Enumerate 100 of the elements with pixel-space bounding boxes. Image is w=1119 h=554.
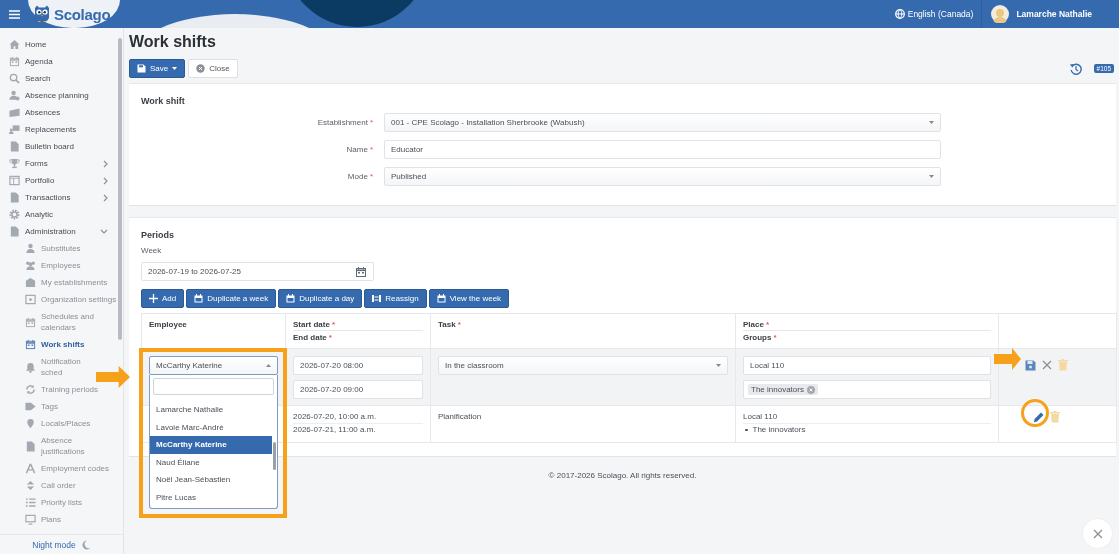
document-icon <box>9 192 20 203</box>
bell-icon <box>25 361 36 373</box>
save-icon[interactable] <box>1025 359 1036 371</box>
toolbar-button[interactable]: Reassign <box>364 289 427 308</box>
task-text: Planification <box>438 411 483 423</box>
sidebar-item[interactable]: Absence planning <box>0 87 89 104</box>
calendar-icon <box>286 294 296 303</box>
scrollbar[interactable] <box>273 442 276 470</box>
pencil-icon[interactable] <box>1033 411 1044 423</box>
close-button[interactable] <box>1083 519 1112 548</box>
sidebar-item[interactable]: Portfolio <box>0 172 118 189</box>
trash-icon[interactable] <box>1058 359 1068 371</box>
save-button[interactable]: Save <box>129 59 186 78</box>
sidebar-item[interactable]: Administration <box>0 223 118 240</box>
user-menu[interactable]: Lamarche Nathalie <box>982 5 1119 23</box>
required-mark: * <box>765 319 770 330</box>
trophy-icon <box>9 158 20 169</box>
calendar-icon <box>355 265 367 278</box>
column-header: Start date <box>293 319 330 330</box>
dropdown-option[interactable]: Noël Jean-Sébastien <box>150 471 272 489</box>
sidebar-item[interactable]: Work shifts <box>0 336 85 353</box>
trash-icon[interactable] <box>1050 411 1060 423</box>
close-icon[interactable] <box>1042 360 1052 370</box>
sidebar-item[interactable]: Forms <box>0 155 118 172</box>
column-header: Place <box>743 319 764 330</box>
section-title: Work shift <box>141 96 186 107</box>
home-icon <box>9 39 20 50</box>
required-mark: * <box>369 118 373 127</box>
user-icon <box>9 90 20 101</box>
arrow-annotation <box>96 366 130 388</box>
caret-icon <box>716 364 721 367</box>
sidebar-item[interactable]: Home <box>0 36 47 53</box>
tag-chip[interactable]: The innovators <box>748 384 818 395</box>
sort-icon <box>25 480 36 491</box>
toolbar-button[interactable]: Add <box>141 289 185 308</box>
required-mark: * <box>369 172 373 181</box>
column-header: Groups <box>743 332 772 343</box>
dropdown-option[interactable]: Lavoie Marc-André <box>150 418 272 436</box>
dropdown-option[interactable]: Pitre Lucas <box>150 488 272 506</box>
select-field[interactable]: McCarthy Katerine <box>149 356 278 375</box>
reassign-icon <box>372 294 382 303</box>
column-header: Task <box>438 319 456 330</box>
users-icon <box>25 260 36 271</box>
bullet-icon <box>745 428 748 432</box>
dropdown-option[interactable]: Lamarche Nathalie <box>150 401 272 419</box>
sidebar-item[interactable]: Search <box>0 70 51 87</box>
required-mark: * <box>457 319 461 330</box>
section-title: Periods <box>141 230 175 241</box>
logo-text: Scolago <box>54 5 111 23</box>
owl-icon <box>33 5 51 23</box>
settings-icon <box>9 209 20 220</box>
search-icon <box>9 73 20 84</box>
sidebar-item[interactable]: Agenda <box>0 53 53 70</box>
input-field[interactable]: 2026-07-20 09:00 <box>293 380 423 399</box>
select-field[interactable]: In the classroom <box>438 356 728 375</box>
list-icon <box>25 497 36 508</box>
field-label: Week <box>141 246 163 256</box>
moon-icon <box>80 539 91 550</box>
close-button[interactable]: Close <box>188 59 238 78</box>
dropdown-option[interactable]: Naud Éliane <box>150 453 272 471</box>
search-field[interactable] <box>153 378 274 395</box>
menu-icon[interactable] <box>8 9 20 19</box>
scrollbar[interactable] <box>118 38 122 340</box>
language-selector[interactable]: English (Canada) <box>894 9 982 19</box>
toolbar-button[interactable]: Duplicate a day <box>278 289 363 308</box>
plus-icon <box>149 294 158 303</box>
sidebar-item[interactable]: Analytic <box>0 206 53 223</box>
sidebar-item[interactable]: Replacements <box>0 121 77 138</box>
close-icon <box>1092 528 1103 539</box>
input-field[interactable]: Local 110 <box>743 356 991 375</box>
chevron-down-icon <box>100 228 108 235</box>
page-title: Work shifts <box>129 32 217 52</box>
required-mark: * <box>773 332 777 343</box>
input-field[interactable]: 2026-07-20 08:00 <box>293 356 423 375</box>
dropdown-option[interactable]: McCarthy Katerine <box>150 436 272 454</box>
group-text: The innovators <box>752 424 806 436</box>
required-mark: * <box>331 319 336 330</box>
compass-icon <box>25 463 36 474</box>
column-header: Employee <box>149 319 187 330</box>
calendar-icon <box>9 56 20 67</box>
tag-input-field[interactable]: The innovators <box>743 380 991 399</box>
field-label: Establishment <box>317 118 368 127</box>
toolbar-button[interactable]: View the week <box>428 289 510 308</box>
arrow-annotation <box>994 348 1021 370</box>
sidebar-item[interactable]: Transactions <box>0 189 118 206</box>
floppy-icon <box>137 64 146 73</box>
building-icon <box>25 277 36 288</box>
night-mode-toggle[interactable]: Night mode <box>0 534 123 554</box>
toolbar-button[interactable]: Duplicate a week <box>186 289 277 308</box>
sidebar-item[interactable]: Bulletin board <box>0 138 74 155</box>
sidebar-item[interactable]: Absences <box>0 104 61 121</box>
select-field[interactable]: 001 - CPE Scolago - Installation Sherbrooke (Wabush) <box>384 113 941 132</box>
input-field[interactable]: Educator <box>384 140 941 159</box>
field-label: Name <box>346 145 368 154</box>
tag-icon <box>25 401 36 412</box>
caret-icon <box>172 67 178 70</box>
select-field[interactable]: Published <box>384 167 941 186</box>
date-range-field[interactable]: 2026-07-19 to 2026-07-25 <box>141 262 374 281</box>
history-icon[interactable] <box>1068 62 1082 75</box>
caret-icon <box>929 175 934 178</box>
